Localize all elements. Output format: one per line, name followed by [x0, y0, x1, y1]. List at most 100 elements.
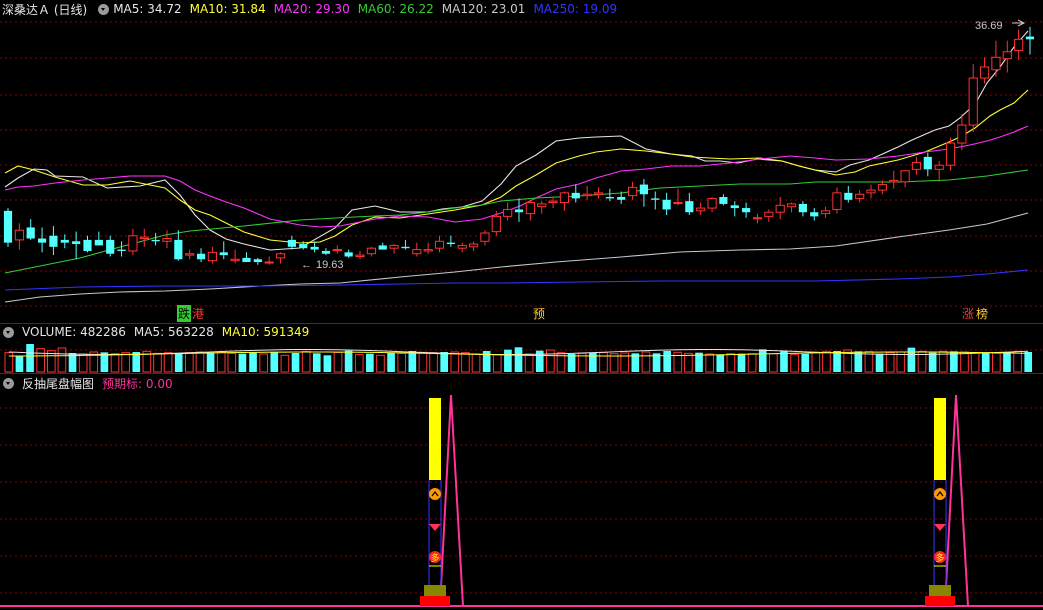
candle-body-up [162, 238, 172, 242]
volume-bar-up [78, 353, 88, 373]
volume-bar-up [524, 353, 534, 373]
signal-base-red [925, 596, 955, 606]
dropdown-chevron-icon[interactable] [3, 326, 14, 338]
volume-bar-down [323, 355, 332, 372]
candle-body-up [491, 215, 501, 233]
candle-body-up [559, 192, 570, 204]
candle-body-down [94, 239, 103, 246]
volume-bar-down [663, 350, 671, 372]
volume-bar-down [366, 353, 374, 372]
candle-body-down [685, 201, 694, 213]
volume-bar-up [684, 352, 693, 373]
dropdown-chevron-icon[interactable] [98, 3, 110, 15]
marker-group-1: 跌 港 [177, 305, 205, 322]
stock-chart-canvas[interactable]: 多 多 36.69 ← 19.63 [0, 0, 1043, 610]
volume-ma5-label: MA5: 563228 [133, 325, 214, 339]
volume-bar-up [970, 352, 980, 373]
volume-bar-up [960, 351, 969, 373]
ma10-label: MA10: 31.84 [189, 2, 266, 16]
volume-bar-up [259, 353, 268, 373]
candle-body-up [855, 193, 865, 199]
volume-bar-down [854, 351, 863, 372]
candle-body-down [72, 241, 81, 245]
candle-body-down [1025, 36, 1035, 40]
candle-body-up [207, 251, 217, 262]
candle-body-up [412, 249, 422, 255]
volume-bar-down [387, 352, 395, 372]
marker-text: 港 [192, 307, 205, 321]
candle-body-up [355, 254, 365, 257]
volume-bar-down [408, 350, 417, 372]
candle-body-up [525, 202, 535, 215]
candle-body-down [742, 208, 751, 213]
volume-bar-down [928, 352, 937, 372]
volume-bar-up [747, 353, 757, 373]
up-arrow-badge-icon [934, 488, 946, 500]
volume-ma10-label: MA10: 591349 [221, 325, 310, 339]
volume-bar-down [238, 353, 247, 372]
marker-text: 榜 [976, 307, 989, 321]
volume-bar-up [461, 352, 470, 373]
candle-body-up [1014, 38, 1024, 51]
marker-text: 预 [533, 307, 546, 321]
volume-bar-down [907, 347, 916, 372]
candle-body-up [264, 261, 274, 264]
candle-body-down [571, 192, 580, 199]
candle-body-down [106, 239, 115, 254]
candle-body-down [617, 197, 626, 200]
duo-badge-text: 多 [935, 552, 944, 564]
volume-bar-up [864, 351, 874, 373]
candle-body-up [275, 253, 286, 259]
candle-body-down [299, 244, 308, 249]
signal-base-olive [929, 585, 951, 596]
volume-bar-up [121, 352, 130, 373]
volume-bar-down [504, 349, 512, 372]
candle-body-up [957, 124, 967, 144]
volume-bar-down [344, 350, 353, 372]
candle-body-up [889, 179, 899, 183]
candle-body-down [401, 246, 410, 249]
candle-body-down [321, 250, 331, 254]
candle-body-down [117, 249, 126, 251]
dropdown-chevron-icon[interactable] [3, 377, 14, 389]
candle-body-up [866, 189, 876, 194]
candle-body-down [60, 239, 69, 243]
candle-body-down [310, 246, 319, 250]
price-panel-header: 深桑达Ａ (日线) MA5: 34.72 MA10: 31.84 MA20: 2… [0, 0, 625, 18]
volume-bar-up [333, 351, 343, 373]
candle-body-down [242, 257, 251, 263]
ma-line-ma10 [4, 89, 1029, 244]
volume-bar-down [174, 353, 183, 372]
candle-body-down [446, 242, 455, 245]
candle-body-up [139, 236, 149, 240]
candle-body-up [423, 249, 433, 252]
volume-bar-up [790, 353, 799, 373]
volume-bar-down [567, 353, 576, 372]
volume-bar-up [185, 352, 194, 373]
signal-spike [944, 394, 969, 607]
signal-bar-yellow [429, 398, 441, 480]
candle-body-up [775, 204, 785, 213]
volume-bar-down [1003, 352, 1011, 372]
gem-icon [934, 524, 946, 531]
volume-bar-up [376, 354, 385, 373]
volume-bar-up [110, 353, 120, 373]
candle-body-down [253, 259, 262, 263]
ma-line-ma5 [4, 30, 1029, 251]
volume-bar-up [227, 352, 237, 373]
candle-body-up [537, 203, 547, 208]
signal-base-olive [424, 585, 446, 596]
volume-bar-down [716, 354, 725, 372]
duo-badge-text: 多 [430, 552, 439, 564]
candle-body-up [968, 77, 978, 126]
volume-bar-up [280, 354, 290, 373]
volume-bar-down [206, 352, 215, 372]
candle-body-down [378, 245, 387, 250]
candle-body-down [49, 235, 58, 247]
signal-base-red [420, 596, 450, 606]
up-arrow-badge-icon [429, 488, 441, 500]
volume-bar-up [885, 352, 895, 373]
volume-bar-up [769, 353, 778, 373]
volume-bar-up [992, 352, 1001, 373]
volume-bar-down [291, 352, 300, 372]
